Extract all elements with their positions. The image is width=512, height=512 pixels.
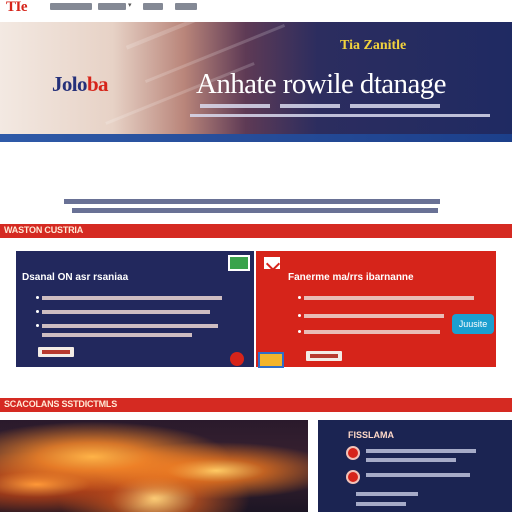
product-thumbnail-icon [258,352,284,368]
intro-text-line [72,208,438,213]
bullet-icon [298,330,301,333]
promo-card-left-title: Dsanal ON asr rsaniaa [22,272,129,283]
card-text-line [304,314,444,318]
bullet-icon [36,310,39,313]
card-text-line [304,296,474,300]
bullet-icon [36,296,39,299]
section-header: SCACOLANS SSTDICTMLS [0,398,512,412]
button-label-line [42,350,70,354]
hero-subtext-line [190,114,490,117]
side-text-line [356,502,406,506]
hero-decoration [125,22,295,50]
brand-logo[interactable]: Joloba [52,72,109,97]
site-logo[interactable]: TIe [6,0,28,16]
hero-subtext-line [350,104,440,108]
nav-item-3[interactable] [143,3,163,10]
hero-subtext-line [280,104,340,108]
top-navigation: TIe ▾ [0,0,512,16]
page: TIe ▾ Joloba Tia Zanitle Anhate rowile d… [0,0,512,512]
checkmark-icon [262,255,282,271]
bullet-icon [298,314,301,317]
side-text-line [366,458,456,462]
hero-bottom-band [0,134,512,142]
hero-subtext-line [200,104,270,108]
card-text-line [42,324,218,328]
side-text-line [366,473,470,477]
intro-text-line [64,199,440,204]
side-panel-title: FISSLAMA [348,430,394,440]
bullet-icon [36,324,39,327]
check-badge-icon [228,255,250,271]
card-right-button[interactable] [306,351,342,361]
bullet-icon [298,296,301,299]
hero-title: Anhate rowile dtanage [196,68,447,100]
promo-card-right-title: Fanerme ma/rrs ibarnanne [288,272,414,283]
nav-item-1[interactable] [50,3,92,10]
alert-icon [230,352,244,366]
brand-name-part1: Jolo [52,72,88,96]
card-text-line [42,310,210,314]
chevron-down-icon[interactable]: ▾ [128,1,132,9]
side-text-line [356,492,418,496]
section-title: SCACOLANS SSTDICTMLS [4,399,118,409]
promo-tag[interactable]: Juusite [452,314,494,334]
card-text-line [42,296,222,300]
info-bullet-icon [346,446,360,460]
info-bullet-icon [346,470,360,484]
feature-image[interactable] [0,420,308,512]
card-left-button[interactable] [38,347,74,357]
nav-item-4[interactable] [175,3,197,10]
section-title: WASTON CUSTRIA [4,225,84,235]
card-text-line [42,333,192,337]
promo-card-right[interactable] [256,251,496,367]
hero-small-heading: Tia Zanitle [340,38,407,53]
side-text-line [366,449,476,453]
button-label-line [310,354,338,358]
card-text-line [304,330,440,334]
section-header: WASTON CUSTRIA [0,224,512,238]
brand-name-part2: ba [86,72,109,96]
nav-item-2[interactable] [98,3,126,10]
